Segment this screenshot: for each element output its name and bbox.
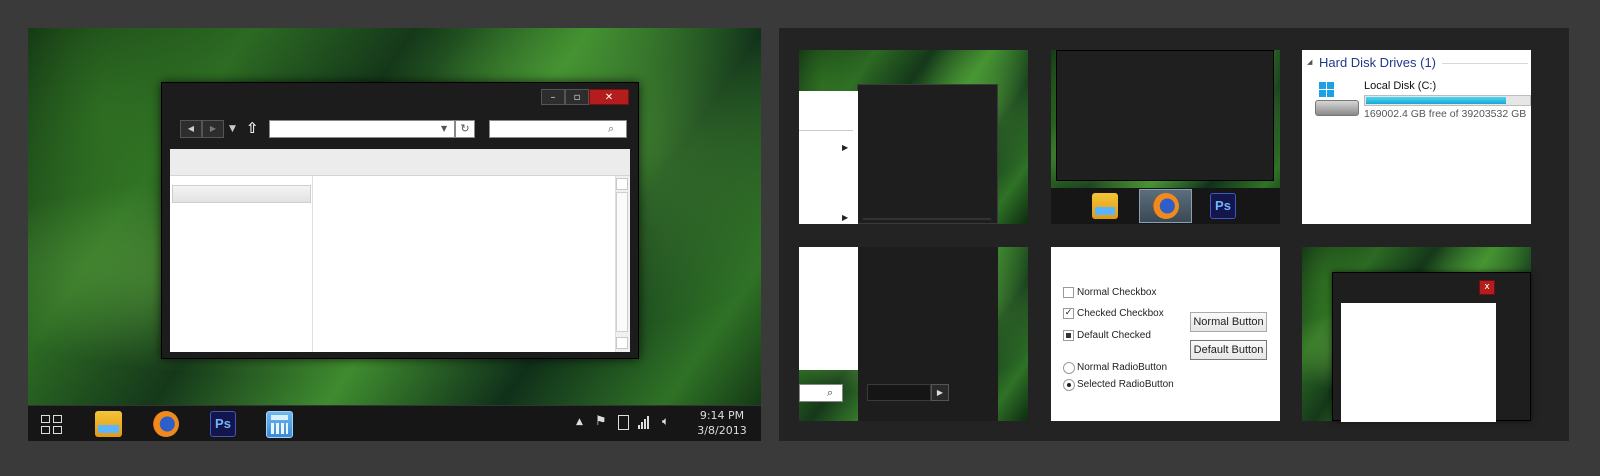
scrollbar-down-button[interactable] — [616, 337, 628, 349]
drive-usage-fill — [1366, 97, 1506, 104]
window-preview — [1056, 50, 1274, 181]
default-checked-label: Default Checked — [1077, 330, 1151, 341]
tile-search: ⌕ ▶ — [799, 247, 1028, 421]
tile-dialog: x — [1302, 247, 1531, 422]
calculator-icon[interactable] — [266, 411, 293, 438]
forward-button[interactable]: ▶ — [202, 120, 224, 138]
maximize-button[interactable]: ▫ — [565, 89, 589, 105]
dark-input-field[interactable] — [867, 384, 931, 401]
up-arrow-icon[interactable]: ⇧ — [246, 118, 262, 138]
photoshop-icon[interactable]: Ps — [1210, 193, 1236, 219]
selected-radio-label: Selected RadioButton — [1077, 379, 1174, 390]
firefox-icon[interactable] — [1153, 193, 1179, 219]
recent-locations-dropdown[interactable]: ▼ — [229, 120, 241, 138]
white-pane — [799, 247, 858, 370]
close-button[interactable]: ✕ — [589, 89, 629, 105]
show-hidden-icons-arrow[interactable]: ▲ — [576, 417, 583, 427]
refresh-button[interactable]: ↻ — [455, 120, 475, 138]
group-divider — [1442, 63, 1528, 64]
taskbar: Ps ▲ ⚑ 🔈︎ 9:14 PM 3/8/2013 — [28, 405, 761, 441]
group-title[interactable]: Hard Disk Drives (1) — [1319, 55, 1436, 70]
power-icon[interactable] — [618, 415, 629, 430]
normal-checkbox[interactable] — [1063, 287, 1074, 298]
normal-radio-button[interactable] — [1063, 362, 1075, 374]
drive-usage-bar — [1364, 95, 1531, 106]
normal-button[interactable]: Normal Button — [1190, 312, 1267, 332]
checked-checkbox[interactable]: ✓ — [1063, 308, 1074, 319]
dialog-window: x — [1332, 272, 1531, 422]
checked-checkbox-label: Checked Checkbox — [1077, 308, 1164, 319]
action-center-flag-icon[interactable]: ⚑ — [595, 414, 607, 429]
dark-panel — [857, 84, 998, 224]
search-icon: ⌕ — [608, 122, 615, 135]
desktop-preview: – ▫ ✕ ◀ ▶ ▼ ⇧ ▼ ↻ ⌕ Ps ▲ ⚑ 🔈︎ 9:14 PM 3/… — [28, 28, 761, 441]
minimize-button[interactable]: – — [541, 89, 565, 105]
firefox-icon[interactable] — [153, 411, 179, 437]
default-button[interactable]: Default Button — [1190, 340, 1267, 360]
submenu-arrow-icon[interactable]: ▶ — [842, 143, 848, 152]
explorer-window: – ▫ ✕ ◀ ▶ ▼ ⇧ ▼ ↻ ⌕ — [161, 82, 639, 359]
selected-radio-button[interactable] — [1063, 379, 1075, 391]
network-signal-icon[interactable] — [638, 415, 652, 429]
tile-context-menu: ▶ ▶ — [799, 50, 1028, 224]
nav-pane-selected-item[interactable] — [172, 185, 311, 203]
start-grid-icon[interactable] — [41, 415, 63, 435]
scrollbar-thumb[interactable] — [616, 192, 628, 332]
search-icon: ⌕ — [827, 386, 834, 399]
drive-name[interactable]: Local Disk (C:) — [1364, 80, 1436, 92]
dialog-content — [1341, 303, 1496, 422]
command-bar — [170, 149, 630, 176]
menu-separator — [799, 130, 853, 131]
context-menu: ▶ ▶ — [799, 91, 858, 224]
explorer-icon[interactable] — [1092, 193, 1118, 219]
default-checked-checkbox[interactable] — [1063, 330, 1074, 341]
photoshop-icon[interactable]: Ps — [210, 411, 236, 437]
scrollbar-up-button[interactable] — [616, 178, 628, 190]
dropdown-arrow-button[interactable]: ▶ — [931, 384, 949, 401]
normal-radio-label: Normal RadioButton — [1077, 362, 1168, 373]
drive-free-space: 169002.4 GB free of 39203532 GB — [1364, 108, 1527, 120]
back-button[interactable]: ◀ — [180, 120, 202, 138]
tile-controls: Normal Checkbox ✓ Checked Checkbox Defau… — [1051, 247, 1280, 421]
address-bar[interactable] — [269, 120, 455, 138]
dialog-close-button[interactable]: x — [1479, 280, 1495, 295]
drive-icon[interactable] — [1315, 82, 1361, 122]
address-dropdown-icon[interactable]: ▼ — [441, 122, 451, 136]
explorer-icon[interactable] — [95, 411, 122, 437]
normal-checkbox-label: Normal Checkbox — [1077, 287, 1157, 298]
search-box[interactable] — [799, 384, 843, 402]
clock-date[interactable]: 3/8/2013 — [692, 424, 752, 437]
dark-panel-footer — [863, 218, 991, 220]
search-box[interactable] — [489, 120, 627, 138]
tile-drives: ◢ Hard Disk Drives (1) Local Disk (C:) 1… — [1302, 50, 1531, 224]
submenu-arrow-icon[interactable]: ▶ — [842, 213, 848, 222]
tile-taskbar: Ps — [1051, 50, 1280, 224]
volume-icon[interactable]: 🔈︎ — [662, 414, 669, 429]
collapse-arrow-icon[interactable]: ◢ — [1307, 58, 1312, 66]
clock-time[interactable]: 9:14 PM — [692, 409, 752, 422]
